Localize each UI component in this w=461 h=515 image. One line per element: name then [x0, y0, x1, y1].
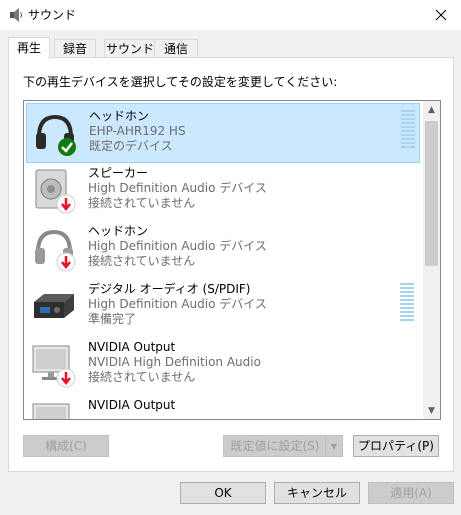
device-description: NVIDIA High Definition Audio	[88, 355, 261, 369]
device-status: 既定のデバイス	[89, 139, 173, 153]
default-check-icon	[58, 138, 76, 156]
device-item[interactable]: ヘッドホン EHP-AHR192 HS 既定のデバイス	[26, 103, 420, 163]
playback-panel: 下の再生デバイスを選択してその設定を変更してください: ヘッドホン EHP-AH…	[8, 57, 454, 472]
device-description: High Definition Audio デバイス	[88, 297, 267, 311]
device-name: スピーカー	[88, 166, 149, 180]
device-item[interactable]: デジタル オーディオ (S/PDIF) High Definition Audi…	[26, 277, 418, 335]
device-name: NVIDIA Output	[88, 340, 176, 354]
speaker-icon	[30, 166, 78, 214]
vertical-scrollbar[interactable]: ▲ ▼	[423, 101, 440, 419]
instruction-text: 下の再生デバイスを選択してその設定を変更してください:	[23, 75, 338, 89]
close-icon	[435, 9, 447, 21]
device-list[interactable]: ヘッドホン EHP-AHR192 HS 既定のデバイス スピーカー High D…	[23, 100, 441, 420]
chevron-down-icon[interactable]: ▼	[325, 436, 342, 456]
device-name: ヘッドホン	[88, 224, 149, 238]
device-description: High Definition Audio デバイス	[88, 181, 267, 195]
set-default-button[interactable]: 既定値に設定(S) ▼	[223, 435, 343, 457]
device-name: ヘッドホン	[89, 109, 150, 123]
device-description: EHP-AHR192 HS	[89, 124, 186, 138]
headphones-icon	[30, 224, 78, 272]
monitor-icon	[30, 398, 78, 419]
tab-sounds[interactable]: サウンド	[104, 39, 156, 58]
scroll-thumb[interactable]	[425, 121, 438, 266]
speaker-app-icon	[8, 7, 24, 23]
device-name: デジタル オーディオ (S/PDIF)	[88, 282, 251, 296]
tab-recording[interactable]: 録音	[54, 39, 96, 58]
device-item[interactable]: スピーカー High Definition Audio デバイス 接続されていま…	[26, 161, 418, 219]
device-item[interactable]: NVIDIA Output	[26, 393, 418, 419]
tab-playback[interactable]: 再生	[8, 37, 50, 59]
set-default-label: 既定値に設定(S)	[230, 439, 320, 453]
level-meter	[401, 110, 415, 150]
digital-audio-icon	[30, 282, 78, 330]
device-status: 準備完了	[88, 312, 137, 326]
scroll-down-icon[interactable]: ▼	[423, 402, 440, 419]
ok-button[interactable]: OK	[180, 482, 266, 504]
device-name: NVIDIA Output	[88, 398, 176, 412]
device-status: 接続されていません	[88, 370, 196, 384]
scroll-up-icon[interactable]: ▲	[423, 101, 440, 118]
cancel-button[interactable]: キャンセル	[274, 482, 360, 504]
headphones-icon	[31, 109, 79, 157]
device-description: High Definition Audio デバイス	[88, 239, 267, 253]
device-item[interactable]: NVIDIA Output NVIDIA High Definition Aud…	[26, 335, 418, 393]
tab-communications[interactable]: 通信	[154, 39, 198, 58]
apply-button[interactable]: 適用(A)	[368, 482, 454, 504]
window-title: サウンド	[28, 8, 77, 22]
close-button[interactable]	[421, 0, 461, 30]
device-item[interactable]: ヘッドホン High Definition Audio デバイス 接続されていま…	[26, 219, 418, 277]
properties-button[interactable]: プロパティ(P)	[353, 435, 439, 457]
title-bar: サウンド	[0, 0, 461, 30]
device-status: 接続されていません	[88, 196, 196, 210]
configure-button[interactable]: 構成(C)	[23, 435, 109, 457]
device-status: 接続されていません	[88, 254, 196, 268]
level-meter	[400, 283, 414, 323]
monitor-icon	[30, 340, 78, 388]
